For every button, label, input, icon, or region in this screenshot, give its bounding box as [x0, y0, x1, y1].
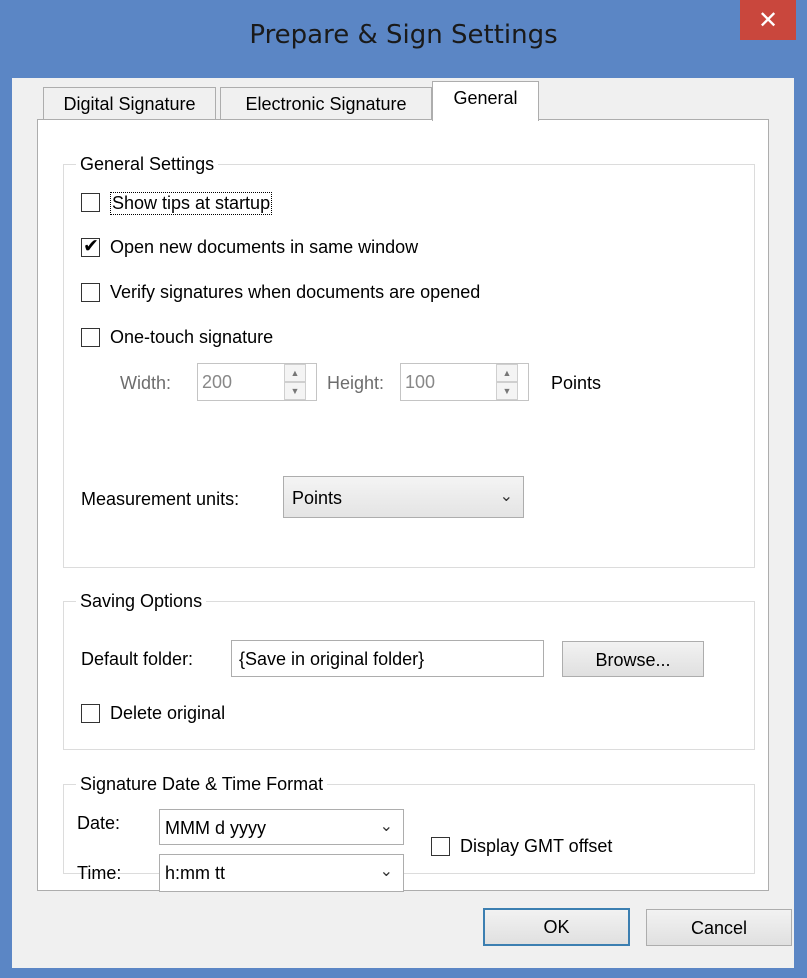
spin-up-icon[interactable]: ▲	[284, 364, 306, 382]
group-legend: Saving Options	[80, 591, 203, 611]
chevron-down-icon: ⌄	[379, 861, 393, 880]
measurement-units-value: Points	[292, 488, 343, 508]
date-format-value: MMM d yyyy	[165, 818, 266, 838]
show-tips-checkbox[interactable]	[81, 193, 100, 212]
width-stepper[interactable]: ▲ ▼	[284, 364, 306, 400]
spin-up-icon[interactable]: ▲	[496, 364, 518, 382]
date-label: Date:	[77, 813, 121, 833]
size-units-label: Points	[551, 373, 602, 393]
title-bar[interactable]: Prepare & Sign Settings ✕	[0, 0, 807, 78]
browse-button-label: Browse...	[595, 650, 671, 670]
tab-electronic-signature[interactable]: Electronic Signature	[220, 87, 432, 120]
delete-original-checkbox[interactable]	[81, 704, 100, 723]
ok-button[interactable]: OK	[483, 908, 630, 946]
height-stepper[interactable]: ▲ ▼	[496, 364, 518, 400]
display-gmt-offset-label[interactable]: Display GMT offset	[460, 836, 612, 857]
tab-general[interactable]: General	[432, 81, 539, 121]
width-label: Width:	[120, 373, 172, 393]
dialog-client-area: Digital Signature Electronic Signature G…	[12, 78, 794, 968]
default-folder-label: Default folder:	[81, 649, 194, 669]
show-tips-label[interactable]: Show tips at startup	[110, 192, 273, 215]
group-legend: General Settings	[80, 154, 215, 174]
cancel-button[interactable]: Cancel	[646, 909, 792, 946]
spin-down-icon[interactable]: ▼	[496, 382, 518, 400]
date-format-select[interactable]: MMM d yyyy ⌄	[159, 809, 404, 845]
settings-dialog: Prepare & Sign Settings ✕ Digital Signat…	[0, 0, 807, 978]
tab-label: General	[453, 88, 518, 108]
chevron-down-icon: ⌄	[499, 486, 513, 505]
one-touch-label[interactable]: One-touch signature	[110, 327, 273, 348]
time-format-value: h:mm tt	[165, 863, 226, 883]
close-icon: ✕	[757, 6, 779, 34]
height-value: 100	[405, 372, 436, 392]
delete-original-label[interactable]: Delete original	[110, 703, 225, 724]
open-same-window-label[interactable]: Open new documents in same window	[110, 237, 418, 258]
time-label: Time:	[77, 863, 122, 883]
display-gmt-offset-checkbox[interactable]	[431, 837, 450, 856]
cancel-button-label: Cancel	[690, 918, 748, 938]
tab-label: Digital Signature	[63, 94, 196, 114]
close-button[interactable]: ✕	[740, 0, 796, 40]
general-tab-panel: General Settings Show tips at startup ✔ …	[37, 119, 769, 892]
check-icon: ✔	[83, 235, 99, 257]
default-folder-field[interactable]: {Save in original folder}	[231, 640, 544, 677]
spin-down-icon[interactable]: ▼	[284, 382, 306, 400]
chevron-down-icon: ⌄	[379, 816, 393, 835]
verify-signatures-label[interactable]: Verify signatures when documents are ope…	[110, 282, 480, 303]
width-value: 200	[202, 372, 233, 392]
default-folder-value: {Save in original folder}	[239, 649, 425, 669]
height-label: Height:	[327, 373, 385, 393]
tab-digital-signature[interactable]: Digital Signature	[43, 87, 216, 120]
ok-button-label: OK	[543, 917, 570, 937]
group-legend: Signature Date & Time Format	[80, 774, 324, 794]
browse-button[interactable]: Browse...	[562, 641, 704, 677]
measurement-units-select[interactable]: Points ⌄	[283, 476, 524, 518]
time-format-select[interactable]: h:mm tt ⌄	[159, 854, 404, 892]
open-same-window-checkbox[interactable]: ✔	[81, 235, 100, 257]
tab-label: Electronic Signature	[245, 94, 407, 114]
measurement-units-label: Measurement units:	[81, 489, 240, 509]
one-touch-checkbox[interactable]	[81, 328, 100, 347]
dialog-title: Prepare & Sign Settings	[249, 20, 558, 50]
verify-signatures-checkbox[interactable]	[81, 283, 100, 302]
